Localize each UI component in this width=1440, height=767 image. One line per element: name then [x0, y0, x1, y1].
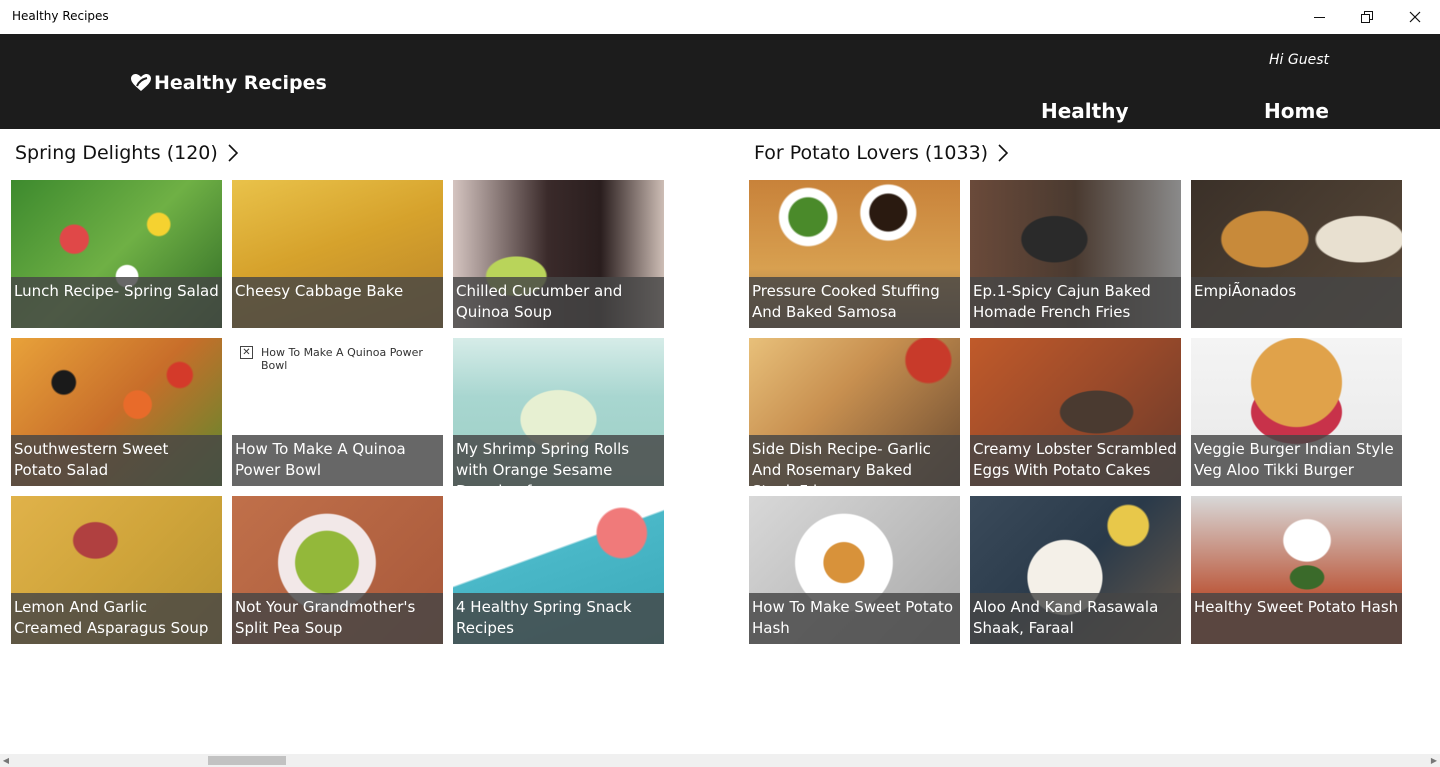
recipe-tile[interactable]: Not Your Grandmother's Split Pea Soup [232, 496, 443, 644]
chevron-right-icon [228, 144, 238, 162]
recipe-tile[interactable]: Ep.1-Spicy Cajun Baked Homade French Fri… [970, 180, 1181, 328]
minimize-icon [1313, 16, 1325, 18]
nav-home[interactable]: Home [1264, 99, 1329, 123]
recipe-tile[interactable]: ✕ How To Make A Quinoa Power Bowl How To… [232, 338, 443, 486]
recipe-caption: Veggie Burger Indian Style Veg Aloo Tikk… [1191, 435, 1402, 486]
recipe-tile[interactable]: Lunch Recipe- Spring Salad [11, 180, 222, 328]
recipe-tile[interactable]: Healthy Sweet Potato Hash [1191, 496, 1402, 644]
recipe-caption: Healthy Sweet Potato Hash [1191, 593, 1402, 644]
window-titlebar: Healthy Recipes [0, 0, 1440, 34]
recipe-caption: How To Make A Quinoa Power Bowl [232, 435, 443, 486]
logo-text: Healthy Recipes [154, 72, 327, 94]
recipe-tile[interactable]: Cheesy Cabbage Bake [232, 180, 443, 328]
recipe-tile[interactable]: Pressure Cooked Stuffing And Baked Samos… [749, 180, 960, 328]
scroll-right-icon[interactable]: ▶ [1428, 754, 1440, 767]
restore-icon [1361, 11, 1373, 23]
recipe-caption: Pressure Cooked Stuffing And Baked Samos… [749, 277, 960, 328]
section-title-spring-delights[interactable]: Spring Delights (120) [15, 142, 238, 164]
close-button[interactable] [1392, 0, 1438, 34]
broken-image-icon: ✕ [240, 346, 253, 359]
recipe-tile[interactable]: EmpiÃonados [1191, 180, 1402, 328]
horizontal-scrollbar[interactable]: ◀ ▶ [0, 754, 1440, 767]
recipe-caption: Not Your Grandmother's Split Pea Soup [232, 593, 443, 644]
recipe-caption: Ep.1-Spicy Cajun Baked Homade French Fri… [970, 277, 1181, 328]
missing-image-alt: How To Make A Quinoa Power Bowl [261, 346, 423, 372]
recipe-caption: Aloo And Kand Rasawala Shaak, Faraal [970, 593, 1181, 644]
restore-button[interactable] [1344, 0, 1390, 34]
nav-healthy[interactable]: Healthy [1041, 99, 1129, 123]
recipe-caption: Creamy Lobster Scrambled Eggs With Potat… [970, 435, 1181, 486]
recipe-caption: Lemon And Garlic Creamed Asparagus Soup [11, 593, 222, 644]
recipe-tile[interactable]: Southwestern Sweet Potato Salad [11, 338, 222, 486]
section-title-text: Spring Delights (120) [15, 142, 218, 164]
recipe-tile[interactable]: Veggie Burger Indian Style Veg Aloo Tikk… [1191, 338, 1402, 486]
window-title: Healthy Recipes [12, 9, 109, 23]
recipe-tile[interactable]: Chilled Cucumber and Quinoa Soup [453, 180, 664, 328]
recipe-tile[interactable]: Creamy Lobster Scrambled Eggs With Potat… [970, 338, 1181, 486]
minimize-button[interactable] [1296, 0, 1342, 34]
recipe-caption: Cheesy Cabbage Bake [232, 277, 443, 328]
missing-image-placeholder: ✕ How To Make A Quinoa Power Bowl [240, 346, 435, 372]
recipe-caption: How To Make Sweet Potato Hash [749, 593, 960, 644]
recipe-tile[interactable]: 4 Healthy Spring Snack Recipes [453, 496, 664, 644]
recipe-tile[interactable]: How To Make Sweet Potato Hash [749, 496, 960, 644]
section-title-potato-lovers[interactable]: For Potato Lovers (1033) [754, 142, 1009, 164]
section-title-text: For Potato Lovers (1033) [754, 142, 989, 164]
heart-leaf-icon [131, 74, 151, 91]
recipe-tile[interactable]: Aloo And Kand Rasawala Shaak, Faraal [970, 496, 1181, 644]
recipe-caption: EmpiÃonados [1191, 277, 1402, 328]
recipe-caption: Chilled Cucumber and Quinoa Soup [453, 277, 664, 328]
recipe-caption: My Shrimp Spring Rolls with Orange Sesam… [453, 435, 664, 486]
recipe-caption: Side Dish Recipe- Garlic And Rosemary Ba… [749, 435, 960, 486]
app-logo[interactable]: Healthy Recipes [130, 72, 327, 94]
chevron-right-icon [998, 144, 1009, 162]
recipe-tile[interactable]: My Shrimp Spring Rolls with Orange Sesam… [453, 338, 664, 486]
recipe-tile[interactable]: Side Dish Recipe- Garlic And Rosemary Ba… [749, 338, 960, 486]
close-icon [1409, 11, 1421, 23]
user-greeting: Hi Guest [1269, 52, 1329, 68]
recipe-tile[interactable]: Lemon And Garlic Creamed Asparagus Soup [11, 496, 222, 644]
recipe-caption: 4 Healthy Spring Snack Recipes [453, 593, 664, 644]
app-header: Healthy Recipes Hi Guest Healthy Home [0, 34, 1440, 129]
scrollbar-thumb[interactable] [208, 756, 286, 765]
scroll-left-icon[interactable]: ◀ [0, 754, 12, 767]
recipe-caption: Southwestern Sweet Potato Salad [11, 435, 222, 486]
recipe-caption: Lunch Recipe- Spring Salad [11, 277, 222, 328]
